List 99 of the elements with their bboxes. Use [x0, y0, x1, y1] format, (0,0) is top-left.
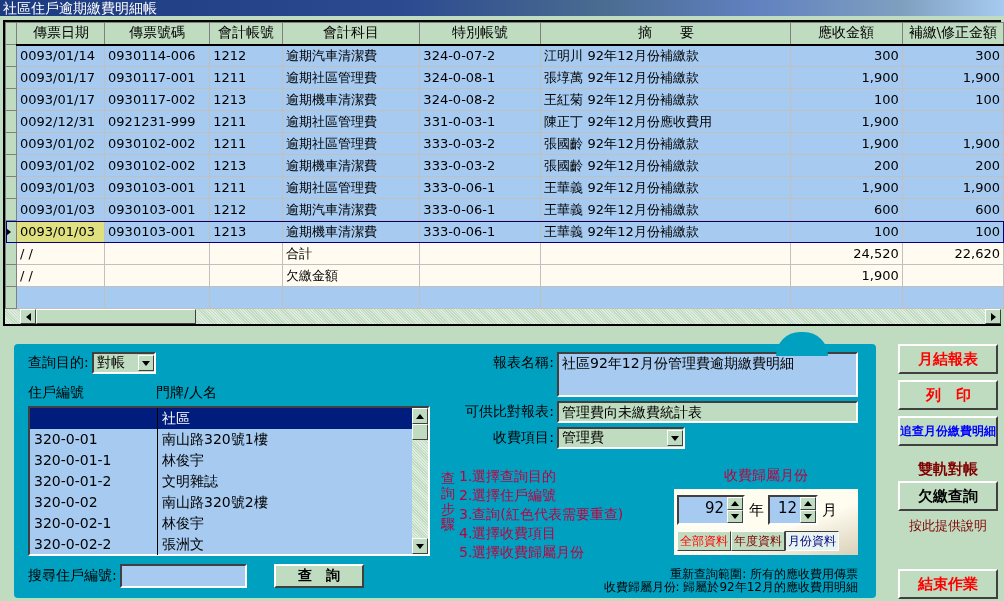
table-row[interactable]: 0093/01/03 0930103-001 1211 逾期社區管理費 333-0-06-1 王華義 92年12月份補繳款 1,900 1,900 [5, 176, 1004, 199]
list-header: 門牌/人名 [156, 384, 218, 402]
purpose-label: 查詢目的: [28, 354, 89, 372]
resident-list[interactable]: 社區 320-0-01 南山路320號1樓 320-0-01-1 林俊宇 320-0-01-2 文明雜誌 320-0-02 南山路320號2樓 320-0-02-1 林俊宇 320-0-02-2 張洲文 [28, 406, 430, 556]
table-cell: 逾期社區管理費 [282, 66, 420, 89]
table-cell: 逾期機車清潔費 [282, 154, 420, 177]
scope-tab[interactable]: 年度資料 [731, 531, 785, 551]
right-arrow-icon [990, 312, 996, 321]
scrollbar-thumb[interactable] [36, 309, 196, 324]
column-header[interactable]: 傳票日期 [16, 22, 105, 45]
column-header[interactable]: 補繳\修正金額 [902, 22, 1004, 45]
table-cell: 張埻萬 92年12月份補繳款 [540, 66, 791, 89]
resident-item[interactable]: 320-0-02-1 林俊宇 [30, 513, 412, 534]
resident-item[interactable]: 320-0-02-2 張洲文 [30, 534, 412, 555]
table-cell: 江明川 92年12月份補繳款 [540, 44, 791, 67]
compare-report-field[interactable]: 管理費向未繳費統計表 [557, 401, 858, 423]
table-cell: 王紅菊 92年12月份補繳款 [540, 88, 791, 111]
resident-item[interactable]: 320-0-02 南山路320號2樓 [30, 492, 412, 513]
table-cell: 王華義 92年12月份補繳款 [540, 220, 791, 243]
table-cell: 王華義 92年12月份補繳款 [540, 198, 791, 221]
horizontal-scrollbar[interactable] [5, 309, 1001, 324]
table-row[interactable]: 0093/01/03 0930103-001 1212 逾期汽車清潔費 333-0-06-1 王華義 92年12月份補繳款 600 600 [5, 198, 1004, 221]
step-text: 4.選擇收費項目 [459, 524, 558, 543]
step-text: 2.選擇住戶編號 [459, 486, 558, 505]
table-cell: 逾期機車清潔費 [282, 88, 420, 111]
table-cell: 張國齡 92年12月份補繳款 [540, 154, 791, 177]
table-cell: 張國齡 92年12月份補繳款 [540, 132, 791, 155]
resident-item[interactable]: 社區 [30, 408, 412, 429]
down-arrow-icon [416, 543, 424, 549]
resident-item[interactable]: 320-0-01-2 文明雜誌 [30, 471, 412, 492]
report-name-field[interactable]: 社區92年12月份管理費逾期繳費明細 [557, 352, 858, 397]
year-spinner[interactable]: 92 [677, 495, 745, 525]
record-selector[interactable] [5, 242, 17, 265]
table-row[interactable]: 0093/01/17 0930117-002 1213 逾期機車清潔費 324-0-08-2 王紅菊 92年12月份補繳款 100 100 [5, 88, 1004, 111]
scroll-right-button[interactable] [985, 309, 1001, 324]
table-row[interactable]: 0093/01/02 0930102-002 1211 逾期社區管理費 333-0-03-2 張國齡 92年12月份補繳款 1,900 1,900 [5, 132, 1004, 155]
fee-item-label: 收費項目: [492, 428, 554, 447]
purpose-dropdown[interactable]: 對帳 [91, 352, 156, 374]
help-text[interactable]: 按此提供說明 [898, 517, 998, 535]
search-label: 搜尋住戶編號: [28, 567, 117, 585]
window-title: 社區住戶逾期繳費明細帳 [3, 0, 157, 16]
year-unit: 年 [749, 500, 764, 520]
dropdown-arrow-icon [671, 435, 679, 441]
up-arrow-icon [731, 501, 739, 506]
note-text: 收費歸屬月份: 歸屬於92年12月的應收費用明細 [603, 581, 858, 594]
column-header[interactable]: 傳票號碼 [104, 22, 210, 45]
up-arrow-icon [804, 501, 812, 506]
table-row[interactable]: 0092/12/31 0921231-999 1211 逾期社區管理費 331-0-03-1 陳正丁 92年12月份應收費用 1,900 [5, 110, 1004, 133]
table-cell: 合計 [282, 242, 420, 265]
step-text: 1.選擇查詢目的 [459, 467, 558, 486]
table-cell: 逾期機車清潔費 [282, 220, 420, 243]
table-row[interactable]: 0093/01/17 0930117-001 1211 逾期社區管理費 324-0-08-1 張埻萬 92年12月份補繳款 1,900 1,900 [5, 66, 1004, 89]
record-selector[interactable] [5, 220, 17, 243]
table-cell: 逾期汽車清潔費 [282, 44, 420, 67]
dropdown-arrow-icon [141, 360, 150, 366]
list-header: 住戶編號 [28, 384, 85, 402]
month-unit: 月 [822, 500, 837, 520]
up-arrow-icon [416, 413, 424, 419]
table-cell: 王華義 92年12月份補繳款 [540, 176, 791, 199]
scroll-left-button[interactable] [20, 309, 36, 324]
action-button[interactable]: 欠繳查詢 [898, 481, 998, 511]
section-heading: 雙軌對帳 [917, 460, 979, 479]
left-arrow-icon [25, 312, 31, 321]
month-spinner[interactable]: 12 [768, 495, 818, 525]
resident-item[interactable]: 320-0-01-1 林俊宇 [30, 450, 412, 471]
fee-item-dropdown[interactable]: 管理費 [557, 427, 685, 449]
column-header[interactable]: 會計帳號 [209, 22, 283, 45]
resident-item[interactable]: 320-0-01 南山路320號1樓 [30, 429, 412, 450]
column-header[interactable]: 特別帳號 [419, 22, 541, 45]
steps-title: 查詢步驟 [441, 471, 455, 535]
scope-tab[interactable]: 月份資料 [785, 531, 839, 551]
step-text: 3.查詢(紅色代表需要重查) [459, 505, 624, 524]
table-row[interactable]: 0093/01/14 0930114-006 1212 逾期汽車清潔費 324-0-07-2 江明川 92年12月份補繳款 300 300 [5, 44, 1004, 67]
table-cell: 逾期社區管理費 [282, 110, 420, 133]
column-header[interactable]: 摘 要 [540, 22, 791, 45]
action-button[interactable]: 追查月份繳費明細 [898, 416, 998, 446]
table-row[interactable]: 0093/01/02 0930102-002 1213 逾期機車清潔費 333-0-03-2 張國齡 92年12月份補繳款 200 200 [5, 154, 1004, 177]
table-cell: 逾期汽車清潔費 [282, 198, 420, 221]
current-row-icon [6, 228, 11, 236]
scrollbar-thumb[interactable] [412, 424, 428, 440]
column-header[interactable]: 會計科目 [282, 22, 420, 45]
table-row[interactable]: 0093/01/03 0930103-001 1213 逾期機車清潔費 333-0-06-1 王華義 92年12月份補繳款 100 100 [5, 220, 1004, 243]
down-arrow-icon [731, 514, 739, 519]
vertical-scrollbar[interactable] [412, 408, 428, 554]
scroll-down-button[interactable] [412, 538, 428, 554]
column-header[interactable]: 應收金額 [790, 22, 903, 45]
compare-report-label: 可供比對報表: [464, 402, 554, 421]
table-cell: 欠繳金額 [282, 264, 420, 287]
table-cell: 逾期社區管理費 [282, 176, 420, 199]
table-cell: 陳正丁 92年12月份應收費用 [540, 110, 791, 133]
table-cell: 逾期社區管理費 [282, 132, 420, 155]
note-text: 重新查詢範圍: 所有的應收費用傳票 [670, 568, 858, 581]
month-title: 收費歸屬月份 [724, 467, 808, 485]
scroll-up-button[interactable] [412, 408, 428, 424]
query-button[interactable]: 查 詢 [273, 564, 364, 588]
step-text: 5.選擇收費歸屬月份 [459, 543, 586, 562]
search-field[interactable] [119, 564, 247, 588]
down-arrow-icon [804, 514, 812, 519]
report-name-label: 報表名稱: [492, 353, 554, 372]
